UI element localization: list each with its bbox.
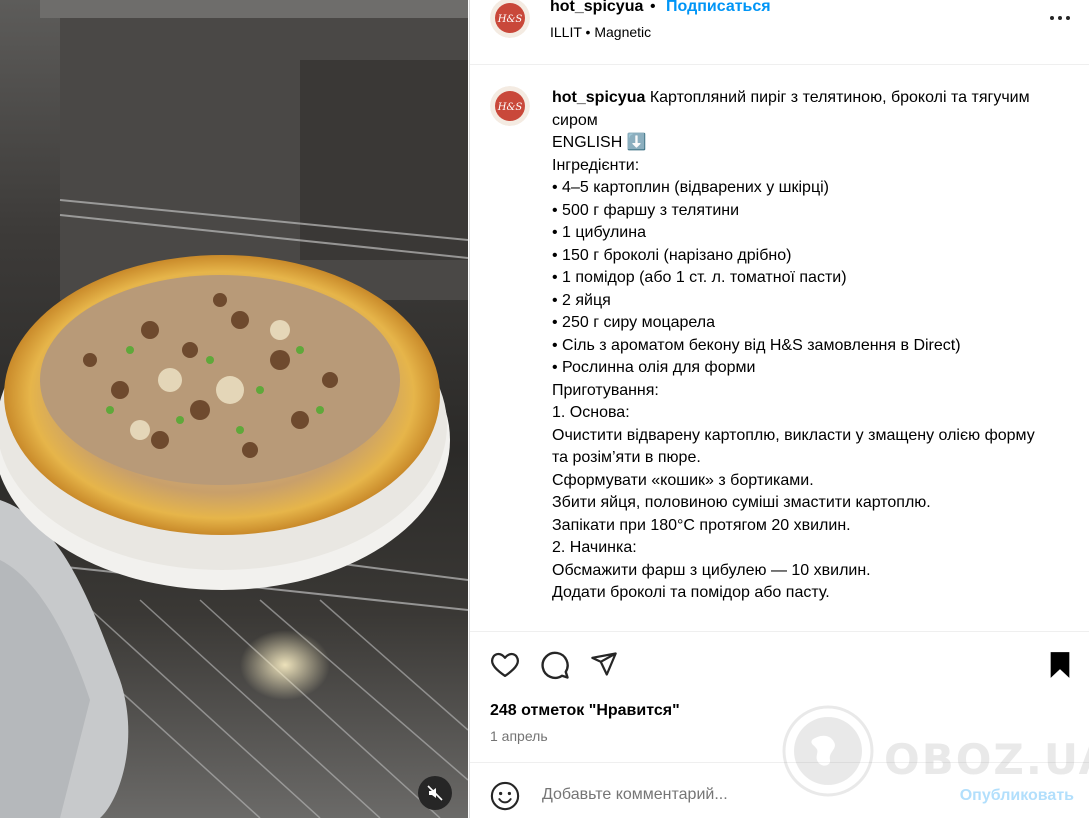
separator-dot: • <box>650 0 656 15</box>
caption-area[interactable]: H&S hot_spicyua Картопляний пиріг з теля… <box>470 65 1089 630</box>
caption-line: • 1 помідор (або 1 ст. л. томатної пасти… <box>552 269 847 286</box>
caption-line: • 250 г сиру моцарела <box>552 314 716 331</box>
caption-line: • 2 яйця <box>552 291 611 309</box>
caption-line: Збити яйця, половиною суміші змастити ка… <box>552 494 931 511</box>
caption-line: Додати броколі та помідор або пасту. <box>552 584 830 601</box>
like-heart-icon[interactable] <box>490 650 520 678</box>
post-sidebar: H&S hot_spicyua • Подписаться ILLIT • Ma… <box>469 0 1089 819</box>
caption-line: Очистити відварену картоплю, викласти у … <box>552 426 1040 467</box>
comment-icon[interactable] <box>540 650 570 680</box>
svg-text:H&S: H&S <box>497 14 523 25</box>
caption-line: Інгредієнти: <box>552 156 640 174</box>
avatar[interactable]: H&S <box>490 0 530 38</box>
caption-line: • 4–5 картоплин (відварених у шкірці) <box>552 179 829 196</box>
avatar-logo-icon: H&S <box>490 0 530 38</box>
pie-photo <box>0 0 468 818</box>
caption-text: hot_spicyua Картопляний пиріг з телятино… <box>552 87 1042 605</box>
caption-line: ENGLISH ⬇️ <box>552 134 647 151</box>
avatar-logo-icon: H&S <box>490 86 530 126</box>
caption-line: Приготування: <box>552 381 659 399</box>
username-link[interactable]: hot_spicyua <box>550 0 643 16</box>
follow-button[interactable]: Подписаться <box>666 0 771 16</box>
comment-bar: Опубликовать <box>470 762 1089 820</box>
caption-line: Обсмажити фарш з цибулею — 10 хвилин. <box>552 561 871 579</box>
caption-username[interactable]: hot_spicyua <box>552 89 645 106</box>
mute-button[interactable] <box>418 776 452 810</box>
svg-text:H&S: H&S <box>497 102 523 113</box>
save-bookmark-icon[interactable] <box>1048 651 1072 679</box>
post-header: H&S hot_spicyua • Подписаться ILLIT • Ma… <box>470 0 1089 65</box>
post-actions: 248 отметок "Нравится" 1 апрель Опублико… <box>470 631 1089 819</box>
caption-line: • 1 цибулина <box>552 224 646 241</box>
emoji-icon[interactable] <box>490 781 520 811</box>
audio-track-link[interactable]: ILLIT • Magnetic <box>550 24 651 40</box>
caption-line: • 500 г фаршу з телятини <box>552 201 740 219</box>
post-media[interactable] <box>0 0 468 818</box>
share-icon[interactable] <box>590 650 618 678</box>
more-options-icon[interactable] <box>1048 12 1072 24</box>
caption-line: Запікати при 180°C протягом 20 хвилин. <box>552 516 851 534</box>
comment-input[interactable] <box>540 785 924 805</box>
post-date[interactable]: 1 апрель <box>490 728 548 744</box>
caption-line: • 150 г броколі (нарізано дрібно) <box>552 246 792 264</box>
likes-count[interactable]: 248 отметок "Нравится" <box>490 702 680 720</box>
caption-line: Сформувати «кошик» з бортиками. <box>552 471 814 489</box>
caption-line: • Сіль з ароматом бекону від H&S замовле… <box>552 336 961 354</box>
caption-avatar[interactable]: H&S <box>490 86 530 126</box>
mute-icon <box>427 785 443 801</box>
caption-line: 1. Основа: <box>552 404 630 421</box>
caption-line: hot_spicyua Картопляний пиріг з телятино… <box>552 89 1035 129</box>
caption-line: • Рослинна олія для форми <box>552 359 756 376</box>
caption-line: 2. Начинка: <box>552 539 637 556</box>
publish-button[interactable]: Опубликовать <box>960 787 1074 805</box>
